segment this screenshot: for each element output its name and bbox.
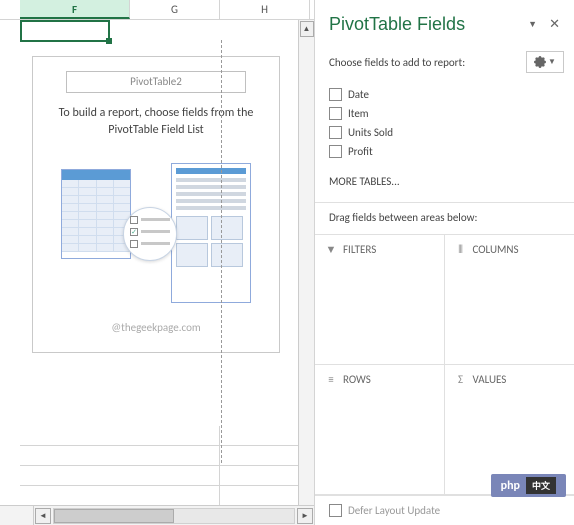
checkbox[interactable] [329, 107, 342, 120]
values-icon: Σ [455, 374, 467, 386]
scroll-up-icon[interactable]: ▲ [300, 21, 314, 37]
column-header-f[interactable]: F [20, 0, 130, 19]
field-label: Date [348, 88, 369, 101]
columns-area[interactable]: ⦀ COLUMNS [445, 235, 574, 365]
close-icon[interactable]: ✕ [545, 15, 564, 34]
defer-checkbox[interactable] [329, 504, 342, 517]
field-item-units-sold[interactable]: Units Sold [329, 123, 560, 142]
tools-button[interactable]: ▼ [526, 51, 564, 73]
pivot-illustration: ✓ [61, 163, 251, 303]
gear-icon [534, 56, 546, 68]
field-list: Date Item Units Sold Profit [315, 81, 574, 165]
field-item-profit[interactable]: Profit [329, 142, 560, 161]
pivot-name: PivotTable2 [66, 71, 246, 93]
column-header-g[interactable]: G [130, 0, 220, 19]
watermark: @thegeekpage.com [41, 321, 271, 334]
areas-grid: ▼ FILTERS ⦀ COLUMNS ≡ ROWS Σ VALUE [315, 234, 574, 495]
field-label: Units Sold [348, 126, 393, 139]
pivottable-fields-pane: PivotTable Fields ▼ ✕ Choose fields to a… [314, 0, 574, 525]
grid-row[interactable] [20, 486, 314, 505]
active-cell[interactable] [20, 20, 110, 42]
field-label: Item [348, 107, 369, 120]
area-label: ROWS [343, 373, 371, 386]
column-header-h[interactable]: H [220, 0, 310, 19]
filter-icon: ▼ [325, 244, 337, 256]
field-item-date[interactable]: Date [329, 85, 560, 104]
scroll-left-icon[interactable]: ◄ [35, 508, 51, 524]
area-label: COLUMNS [473, 243, 519, 256]
field-label: Profit [348, 145, 373, 158]
pane-dropdown-icon[interactable]: ▼ [524, 17, 541, 32]
column-headers: F G H [0, 0, 314, 20]
grid-row[interactable] [20, 446, 314, 466]
vertical-scrollbar[interactable]: ▲ [298, 20, 314, 505]
columns-icon: ⦀ [455, 244, 467, 256]
scroll-right-icon[interactable]: ► [297, 508, 313, 524]
drag-instruction: Drag fields between areas below: [315, 202, 574, 234]
spreadsheet-area: F G H PivotTable2 To build a report, cho… [0, 0, 314, 525]
grid-row[interactable] [20, 426, 314, 446]
checkbox[interactable] [329, 145, 342, 158]
pivot-instruction: To build a report, choose fields from th… [41, 105, 271, 153]
php-badge: php 中文 [491, 474, 566, 497]
scroll-track[interactable] [53, 508, 295, 524]
filters-area[interactable]: ▼ FILTERS [315, 235, 445, 365]
rows-icon: ≡ [325, 374, 337, 386]
area-label: FILTERS [343, 243, 376, 256]
checkbox[interactable] [329, 88, 342, 101]
scroll-thumb[interactable] [54, 509, 174, 523]
pane-subtitle: Choose fields to add to report: [329, 56, 526, 69]
rows-area[interactable]: ≡ ROWS [315, 365, 445, 495]
horizontal-scrollbar[interactable]: ◄ ► [0, 505, 314, 525]
defer-label: Defer Layout Update [348, 504, 440, 517]
chevron-down-icon: ▼ [548, 57, 556, 67]
field-item-item[interactable]: Item [329, 104, 560, 123]
more-tables-link[interactable]: MORE TABLES... [315, 165, 574, 202]
grid-row[interactable] [20, 466, 314, 486]
pivot-placeholder[interactable]: PivotTable2 To build a report, choose fi… [32, 56, 280, 353]
page-break-line [221, 40, 222, 463]
pane-title: PivotTable Fields [329, 14, 524, 35]
area-label: VALUES [473, 373, 507, 386]
checkbox[interactable] [329, 126, 342, 139]
